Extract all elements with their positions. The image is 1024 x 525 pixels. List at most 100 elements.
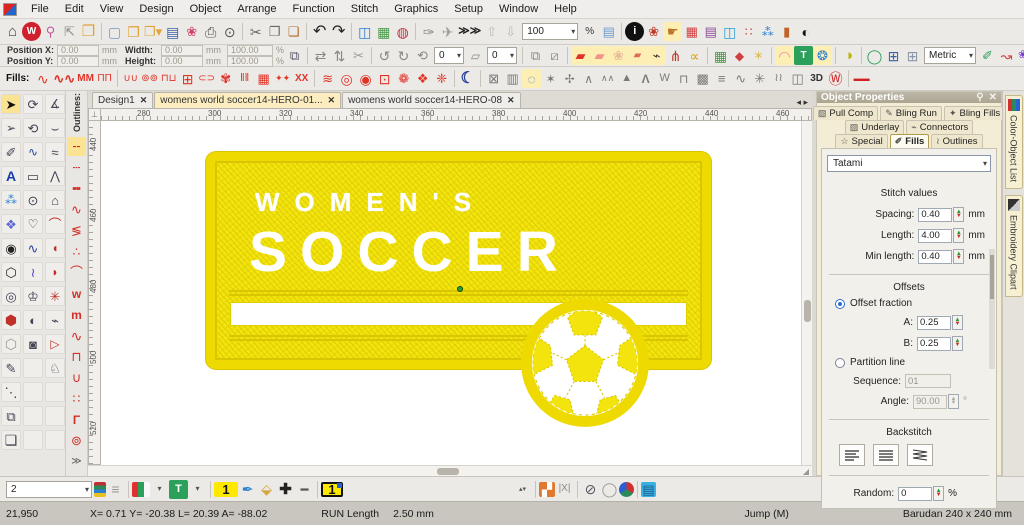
fill-column-icon[interactable]: ΠΠ xyxy=(95,69,114,88)
bitmap-image-icon[interactable]: ▦ xyxy=(711,46,730,65)
rotate-cw-45-icon[interactable]: ↻ xyxy=(394,46,413,65)
no-fill-icon[interactable]: ⊘ xyxy=(581,480,600,499)
tab-embroidery-clipart[interactable]: Embroidery Clipart xyxy=(1004,195,1023,297)
palette-grid-icon[interactable] xyxy=(132,481,150,497)
flower-play-icon[interactable]: ❀▸ xyxy=(1016,46,1024,65)
rectangle-tool-icon[interactable]: ▭ xyxy=(23,166,43,186)
product-tshirt-icon[interactable]: T xyxy=(169,479,188,499)
menu-item-help[interactable]: Help xyxy=(546,1,585,17)
outline-m-icon[interactable]: m xyxy=(67,305,86,324)
fill-weave-gray-icon[interactable]: ▥ xyxy=(503,69,522,88)
menu-item-edit[interactable]: Edit xyxy=(57,1,92,17)
pencil-arrow-tool-icon[interactable]: ✎ xyxy=(1,358,21,378)
outline-steps-icon[interactable]: Γ xyxy=(67,410,86,429)
blank-b[interactable] xyxy=(23,382,43,402)
square-circle-big-tool-icon[interactable]: ❏ xyxy=(1,430,21,450)
select-tool-icon[interactable]: ➤ xyxy=(1,94,21,114)
auto-contrast-icon[interactable]: ◐ xyxy=(796,22,815,41)
fill-loop-icon[interactable]: ∪∪ xyxy=(121,69,140,88)
hexagon-ring-tool-icon[interactable]: ⬡ xyxy=(1,262,21,282)
overview-window-icon[interactable]: ▤ xyxy=(599,22,618,41)
fill-star-lines-icon[interactable]: ✢ xyxy=(560,69,579,88)
arc-tool-icon[interactable]: ⌣ xyxy=(45,118,65,138)
cut-icon[interactable]: ✂ xyxy=(246,22,265,41)
stamp-icon[interactable]: ▮ xyxy=(777,22,796,41)
skew-icon[interactable]: ▱ xyxy=(466,46,485,65)
outline-wave-icon[interactable]: ∿ xyxy=(67,326,86,345)
fill-zigzag-w-icon[interactable]: W xyxy=(655,69,674,88)
remove-color-icon[interactable]: ━ xyxy=(295,480,314,499)
properties-tab-outlines[interactable]: ≀ Outlines xyxy=(931,134,983,148)
split-icon[interactable]: ⧄ xyxy=(545,46,564,65)
width-field[interactable]: 0.00 xyxy=(161,44,203,56)
insert-embroidery-icon[interactable]: ◫ xyxy=(355,22,374,41)
outline-dash-bold-icon[interactable]: ╍ xyxy=(67,179,86,198)
vertical-scrollbar[interactable] xyxy=(801,121,812,465)
offset-a-spinner[interactable]: ▲ ▼ xyxy=(952,315,963,330)
star-shape-icon[interactable]: ✶ xyxy=(749,46,768,65)
zoom-combo[interactable]: 100 ▾ xyxy=(522,23,579,40)
vector-shapes-icon[interactable]: ◆ xyxy=(730,46,749,65)
outline-sparse-icon[interactable]: ∷ xyxy=(67,389,86,408)
fill-links-icon[interactable]: ⊂⊃ xyxy=(197,69,216,88)
vertical-scrollbar-thumb[interactable] xyxy=(804,299,811,322)
import-design-icon[interactable]: ◍ xyxy=(393,22,412,41)
outline-dash-icon[interactable]: ┄ xyxy=(67,158,86,177)
fill-bars-icon[interactable]: ‖‖ xyxy=(235,69,254,88)
scale-y-field[interactable]: 100.00 xyxy=(227,55,273,67)
spacing-input[interactable]: 0.40 xyxy=(918,207,953,222)
arc-red-tool-icon[interactable]: ⌒ xyxy=(45,214,65,234)
offset-a-input[interactable]: 0.25 xyxy=(917,315,951,330)
outline-satin-icon[interactable]: ≶ xyxy=(67,221,86,240)
save-send-icon[interactable]: ❀ xyxy=(182,22,201,41)
blank-c[interactable] xyxy=(45,382,65,402)
partition-line-radio[interactable] xyxy=(835,357,845,368)
fill-arrows-icon[interactable]: ✦✦ xyxy=(273,69,292,88)
color-swatch-1[interactable]: 1 xyxy=(214,481,238,497)
tab-color-object-list[interactable]: Color-Object List xyxy=(1004,95,1023,190)
thread-blend-icon[interactable]: ▞ xyxy=(539,481,555,497)
design-text-soccer[interactable]: SOCCER xyxy=(249,219,571,285)
properties-tab-underlay[interactable]: ▨ Underlay xyxy=(844,120,905,134)
lettering-tool-icon[interactable]: A xyxy=(1,166,21,186)
bezier-node-tool-icon[interactable]: ∿ xyxy=(23,142,43,162)
current-color-swatch[interactable]: 1 xyxy=(321,481,343,497)
polygon-tool-icon[interactable]: ⋀ xyxy=(45,166,65,186)
team-names-icon[interactable]: ⁂ xyxy=(758,22,777,41)
thread-colors-icon[interactable]: ▤ xyxy=(701,22,720,41)
menu-item-design[interactable]: Design xyxy=(131,1,181,17)
thread-chart-icon[interactable] xyxy=(94,481,106,497)
fill-square-loop-icon[interactable]: ⊓⊔ xyxy=(159,69,178,88)
hoop-pen-icon[interactable]: ✐ xyxy=(978,46,997,65)
open-design-icon[interactable]: ❒ xyxy=(124,22,143,41)
fill-spiral-icon[interactable]: ◎ xyxy=(337,69,356,88)
run-squiggle-tool-icon[interactable]: ∿ xyxy=(23,238,43,258)
menu-item-graphics[interactable]: Graphics xyxy=(386,1,446,17)
horizontal-scrollbar[interactable] xyxy=(88,466,800,476)
fill-coil-icon[interactable]: ⊚⊚ xyxy=(140,69,159,88)
fill-weave-icon[interactable]: ⊞ xyxy=(178,69,197,88)
fill-lines-icon[interactable]: ≡ xyxy=(712,69,731,88)
fill-dots-icon[interactable]: ▦ xyxy=(254,69,273,88)
menu-item-window[interactable]: Window xyxy=(491,1,546,17)
percent-label-icon[interactable]: % xyxy=(580,22,599,41)
ellipse-tool-icon[interactable]: ⊙ xyxy=(23,190,43,210)
tatami-patch-icon[interactable]: ▰ xyxy=(590,46,609,65)
break-apart-icon[interactable]: ⧉ xyxy=(526,46,545,65)
blank-f[interactable] xyxy=(23,430,43,450)
rotate-angle-field[interactable]: 0 ▾ xyxy=(434,47,464,64)
random-input[interactable]: 0 xyxy=(898,486,933,501)
scale-x-field[interactable]: 100.00 xyxy=(227,44,273,56)
print-preview-icon[interactable]: ⊙ xyxy=(220,22,239,41)
fill-texture-icon[interactable]: ▩ xyxy=(693,69,712,88)
menu-item-function[interactable]: Function xyxy=(285,1,343,17)
fill-lambda-icon[interactable]: Λ xyxy=(636,69,655,88)
mirror-merge-icon[interactable]: ✂ xyxy=(349,46,368,65)
redo-icon[interactable]: ↷ xyxy=(329,22,348,41)
document-tab[interactable]: Design1 ✕ xyxy=(92,92,154,108)
open-recent-icon[interactable]: ❒▾ xyxy=(143,22,163,41)
position-y-field[interactable]: 0.00 xyxy=(57,55,99,67)
square-circle-tool-icon[interactable]: ◙ xyxy=(23,334,43,354)
spool-icon[interactable]: ◫ xyxy=(720,22,739,41)
balloon-icon[interactable]: ⚲ xyxy=(41,22,60,41)
